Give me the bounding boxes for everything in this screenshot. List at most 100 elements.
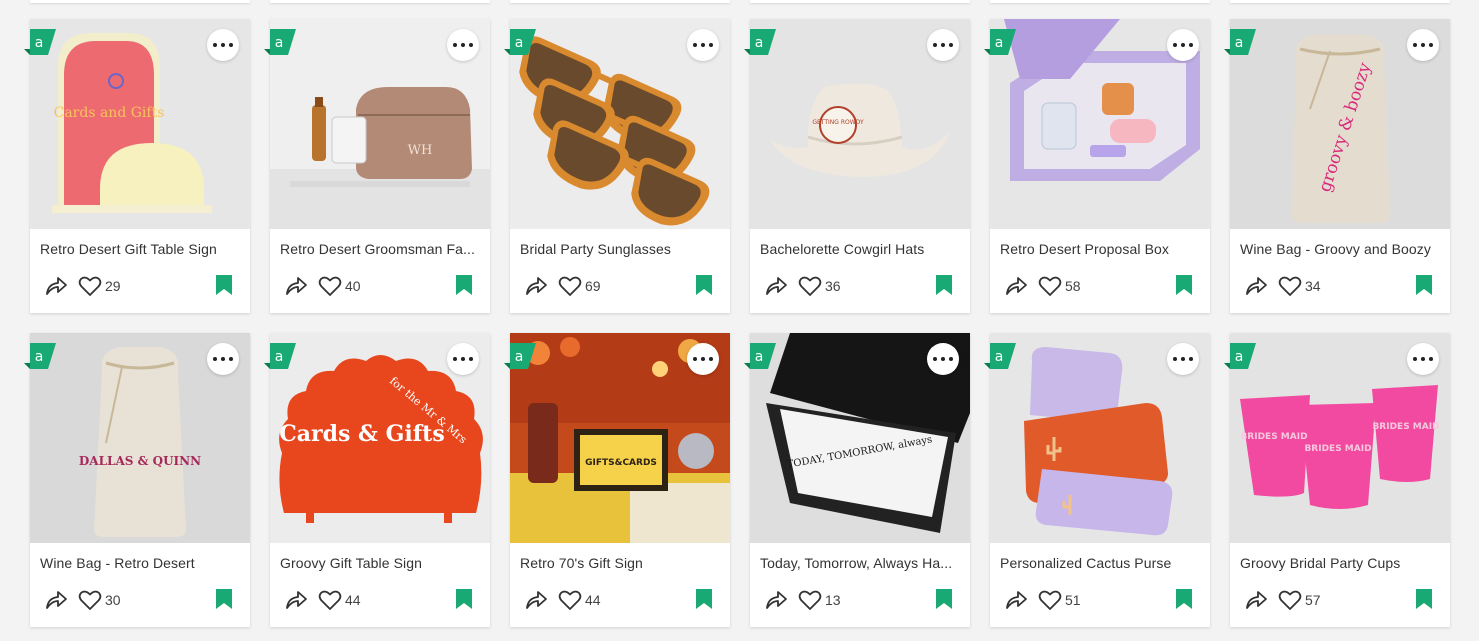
heart-icon[interactable]	[78, 589, 102, 611]
share-icon[interactable]	[1004, 275, 1028, 297]
dot-icon	[1173, 43, 1177, 47]
product-card[interactable]: Cards and Gifts a Retro Desert Gift Tabl…	[24, 19, 250, 313]
product-card[interactable]: DALLAS & QUINN a Wine Bag - Retro Desert…	[24, 333, 250, 627]
dot-icon	[229, 357, 233, 361]
heart-icon[interactable]	[78, 275, 102, 297]
heart-icon[interactable]	[1038, 275, 1062, 297]
like-count: 34	[1305, 278, 1321, 294]
dot-icon	[709, 43, 713, 47]
cup-print-text: BRIDES MAID	[1240, 432, 1307, 442]
bookmark-icon[interactable]	[695, 275, 713, 295]
product-title[interactable]: Retro Desert Gift Table Sign	[40, 241, 242, 257]
dot-icon	[1421, 357, 1425, 361]
product-card[interactable]: a Retro Desert Proposal Box 58	[984, 19, 1210, 313]
sign-text-1: GIFTS&CARDS	[585, 458, 657, 468]
product-title[interactable]: Wine Bag - Groovy and Boozy	[1240, 241, 1442, 257]
brand-badge-icon: a	[984, 29, 1016, 55]
product-title[interactable]: Retro Desert Proposal Box	[1000, 241, 1202, 257]
product-title[interactable]: Today, Tomorrow, Always Ha...	[760, 555, 962, 571]
bookmark-icon[interactable]	[1175, 275, 1193, 295]
bookmark-icon[interactable]	[215, 275, 233, 295]
brand-badge-icon: a	[504, 29, 536, 55]
dot-icon	[709, 357, 713, 361]
brand-badge-icon: a	[24, 343, 56, 369]
dot-icon	[1413, 357, 1417, 361]
heart-icon[interactable]	[1038, 589, 1062, 611]
more-options-button[interactable]	[1167, 343, 1199, 375]
share-icon[interactable]	[44, 589, 68, 611]
bookmark-icon[interactable]	[1415, 275, 1433, 295]
product-card[interactable]: Cards & Gifts for the Mr & Mrs a Groovy …	[264, 333, 490, 627]
share-icon[interactable]	[764, 275, 788, 297]
heart-icon[interactable]	[1278, 275, 1302, 297]
product-title[interactable]: Retro Desert Groomsman Fa...	[280, 241, 482, 257]
bag-print-text: DALLAS & QUINN	[79, 454, 201, 468]
share-icon[interactable]	[44, 275, 68, 297]
card-actions: 40	[270, 275, 490, 297]
share-icon[interactable]	[524, 275, 548, 297]
like-count: 44	[585, 592, 601, 608]
product-card[interactable]: BRIDES MAID BRIDES MAID BRIDES MAID a Gr…	[1224, 333, 1450, 627]
product-title[interactable]: Bachelorette Cowgirl Hats	[760, 241, 962, 257]
product-title[interactable]: Retro 70's Gift Sign	[520, 555, 722, 571]
more-options-button[interactable]	[207, 343, 239, 375]
heart-icon[interactable]	[1278, 589, 1302, 611]
dot-icon	[1189, 357, 1193, 361]
product-card[interactable]: a Personalized Cactus Purse 51	[984, 333, 1210, 627]
heart-icon[interactable]	[318, 589, 342, 611]
share-icon[interactable]	[284, 275, 308, 297]
bookmark-icon[interactable]	[695, 589, 713, 609]
product-title[interactable]: Personalized Cactus Purse	[1000, 555, 1202, 571]
card-actions: 69	[510, 275, 730, 297]
more-options-button[interactable]	[447, 29, 479, 61]
product-card[interactable]: TODAY, TOMORROW, always a Today, Tomorro…	[744, 333, 970, 627]
product-title[interactable]: Bridal Party Sunglasses	[520, 241, 722, 257]
bookmark-icon[interactable]	[215, 589, 233, 609]
bookmark-icon[interactable]	[1415, 589, 1433, 609]
heart-icon[interactable]	[798, 275, 822, 297]
more-options-button[interactable]	[687, 29, 719, 61]
brand-badge-glyph: a	[35, 35, 44, 51]
more-options-button[interactable]	[687, 343, 719, 375]
heart-icon[interactable]	[798, 589, 822, 611]
more-options-button[interactable]	[927, 29, 959, 61]
product-card[interactable]: GIFTS&CARDS a Retro 70's Gift Sign 44	[504, 333, 730, 627]
more-options-button[interactable]	[1407, 29, 1439, 61]
bookmark-icon[interactable]	[935, 589, 953, 609]
share-icon[interactable]	[1004, 589, 1028, 611]
dot-icon	[469, 43, 473, 47]
brand-badge-icon: a	[1224, 29, 1256, 55]
heart-icon[interactable]	[318, 275, 342, 297]
share-icon[interactable]	[1244, 275, 1268, 297]
brand-badge-icon: a	[24, 29, 56, 55]
bookmark-icon[interactable]	[1175, 589, 1193, 609]
bookmark-icon[interactable]	[935, 275, 953, 295]
product-card[interactable]: GETTING ROWDY a Bachelorette Cowgirl Hat…	[744, 19, 970, 313]
more-options-button[interactable]	[1407, 343, 1439, 375]
share-icon[interactable]	[524, 589, 548, 611]
more-options-button[interactable]	[927, 343, 959, 375]
card-actions: 44	[510, 589, 730, 611]
product-title[interactable]: Groovy Bridal Party Cups	[1240, 555, 1442, 571]
more-options-button[interactable]	[1167, 29, 1199, 61]
product-title[interactable]: Wine Bag - Retro Desert	[40, 555, 242, 571]
heart-icon[interactable]	[558, 589, 582, 611]
brand-badge-glyph: a	[1235, 349, 1244, 365]
bookmark-icon[interactable]	[455, 275, 473, 295]
product-card[interactable]: a Bridal Party Sunglasses 69	[504, 19, 730, 313]
dot-icon	[701, 43, 705, 47]
brand-badge-icon: a	[264, 343, 296, 369]
share-icon[interactable]	[764, 589, 788, 611]
product-card[interactable]: groovy & boozy a Wine Bag - Groovy and B…	[1224, 19, 1450, 313]
product-title[interactable]: Groovy Gift Table Sign	[280, 555, 482, 571]
product-card[interactable]: WH a Retro Desert Groomsman Fa... 40	[264, 19, 490, 313]
brand-badge-glyph: a	[515, 349, 524, 365]
more-options-button[interactable]	[447, 343, 479, 375]
share-icon[interactable]	[284, 589, 308, 611]
share-icon[interactable]	[1244, 589, 1268, 611]
bookmark-icon[interactable]	[455, 589, 473, 609]
heart-icon[interactable]	[558, 275, 582, 297]
dot-icon	[933, 357, 937, 361]
brand-badge-glyph: a	[755, 349, 764, 365]
more-options-button[interactable]	[207, 29, 239, 61]
